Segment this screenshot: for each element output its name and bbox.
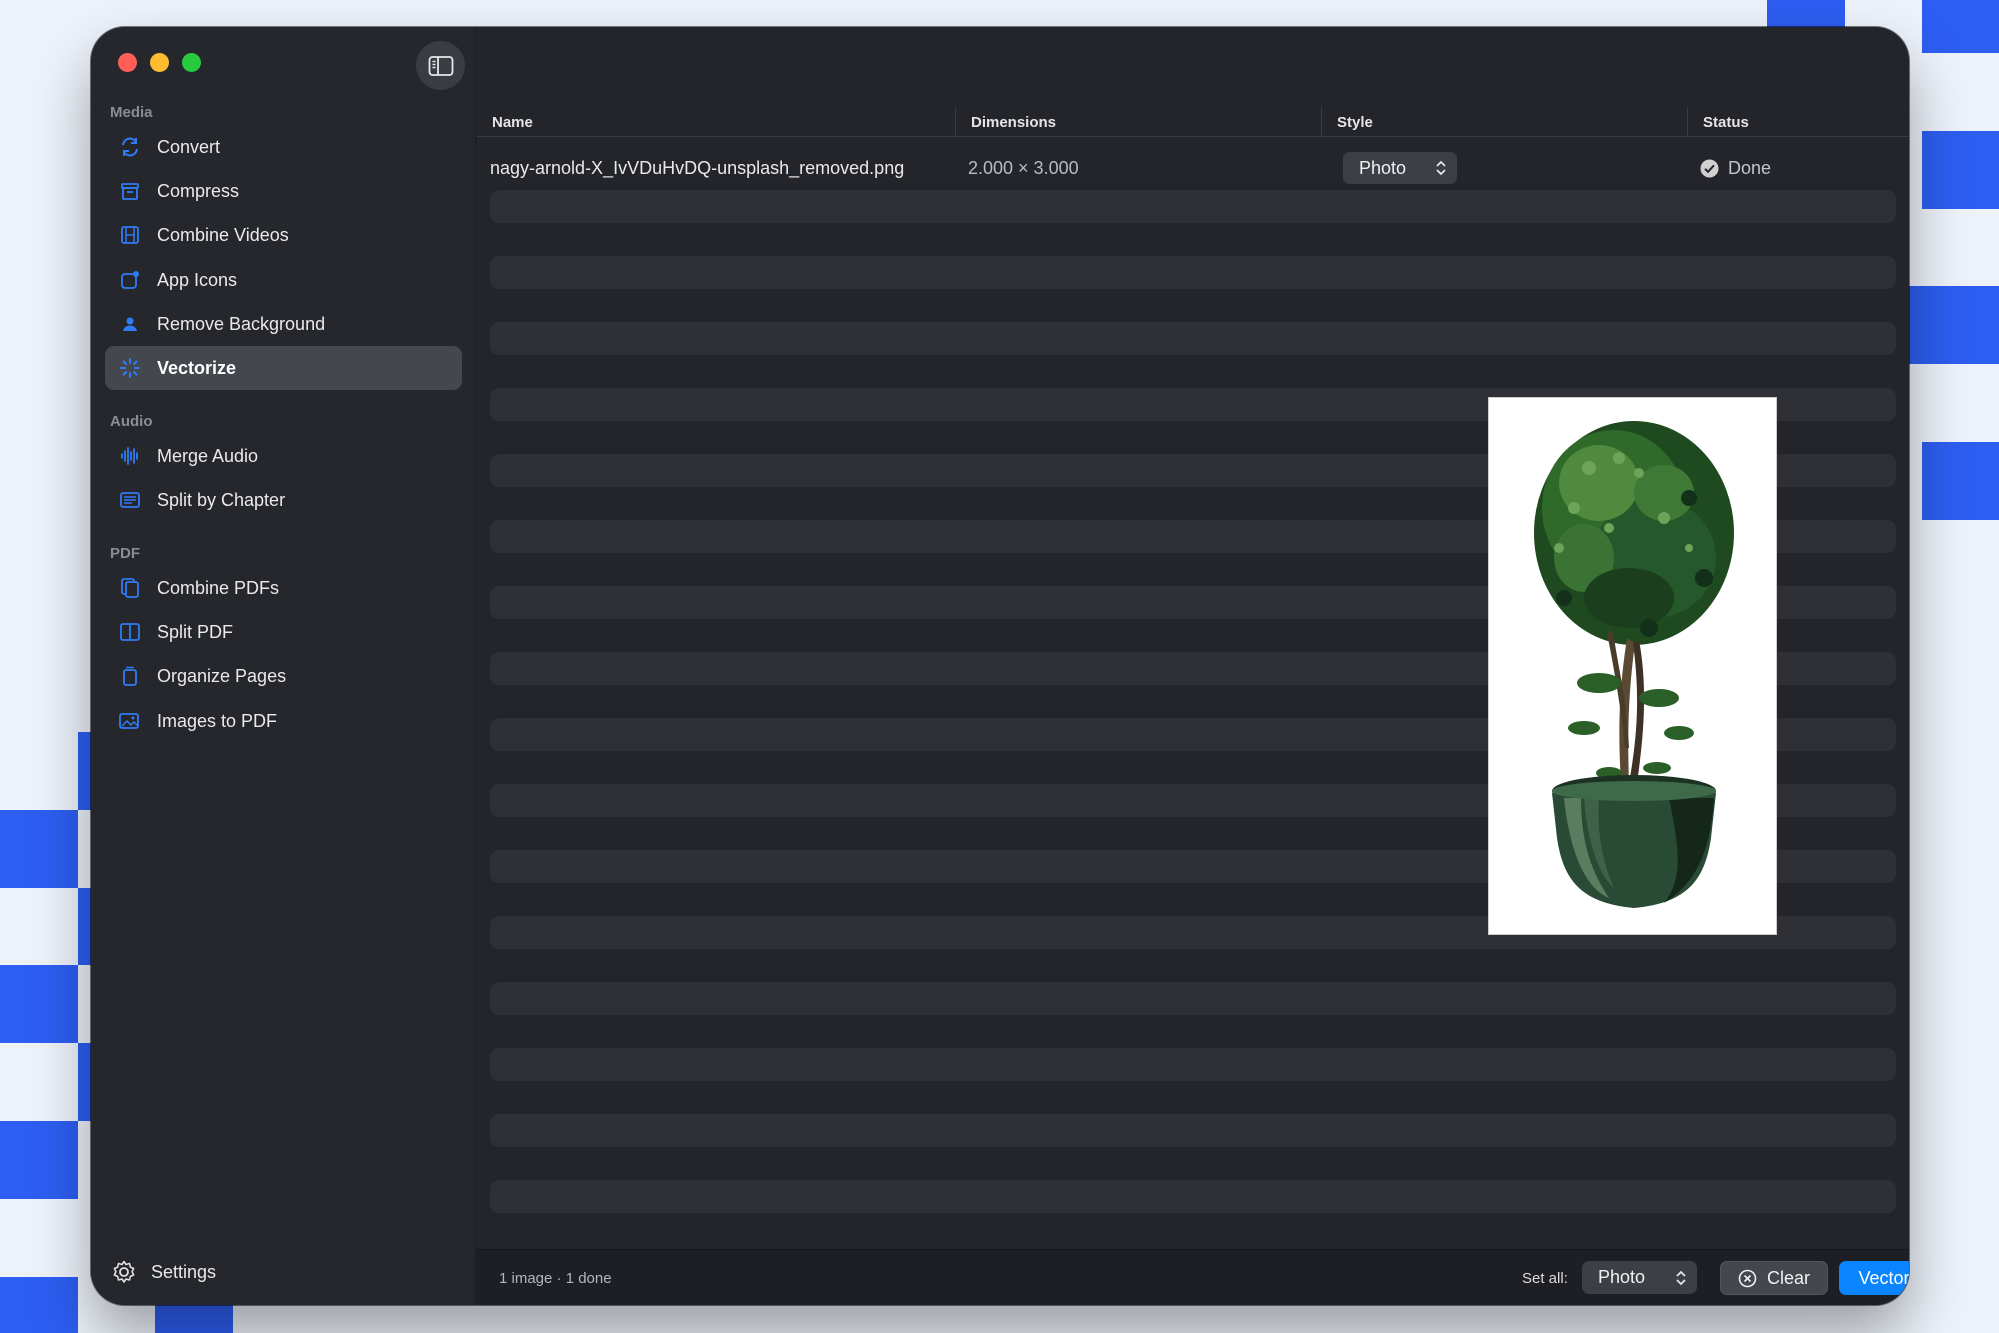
dimensions-cell: 2.000 × 3.000 [968,157,1079,178]
sidebar-item-compress[interactable]: Compress [105,169,462,213]
section-title-audio: Audio [110,413,153,430]
pages-icon [117,663,143,689]
checkmark-circle-icon [1700,159,1719,177]
traffic-lights [118,53,201,72]
waveform-icon [117,443,143,469]
compress-icon [117,178,143,204]
app-icon [117,267,143,293]
section-title-pdf: PDF [110,545,140,562]
sidebar-item-organize-pages[interactable]: Organize Pages [105,654,462,698]
image-preview [1488,397,1777,935]
sidebar-item-images-to-pdf[interactable]: Images to PDF [105,699,462,743]
summary-text: 1 image · 1 done [499,1269,612,1287]
sidebar-item-label: Organize Pages [157,665,287,686]
sparkle-icon [117,355,143,381]
docs-icon [117,575,143,601]
sidebar-toggle-button[interactable] [416,41,465,90]
set-all-label: Set all: [1522,1269,1568,1287]
zoom-window-button[interactable] [182,53,201,72]
settings-button[interactable]: Settings [111,1259,216,1285]
style-popup-value: Photo [1359,157,1407,178]
clear-button-label: Clear [1766,1267,1810,1288]
sidebar-item-label: Combine PDFs [157,577,280,598]
sidebar-item-split-pdf[interactable]: Split PDF [105,610,462,654]
convert-icon [117,134,143,160]
sidebar-item-merge-audio[interactable]: Merge Audio [105,434,462,478]
sidebar-item-label: Split PDF [157,621,234,642]
sidebar-toggle-icon [428,55,453,76]
sidebar-item-convert[interactable]: Convert [105,125,462,169]
column-header-status[interactable]: Status [1687,107,1909,137]
style-popup[interactable]: Photo [1343,152,1457,184]
sidebar-item-label: App Icons [157,269,238,290]
chapters-icon [117,487,143,513]
sidebar-item-label: Combine Videos [157,224,289,245]
table-header: Name Dimensions Style Status [477,107,1909,137]
sidebar-item-label: Remove Background [157,313,326,334]
topiary-tree-image [1534,421,1734,908]
chevron-updown-icon [1436,160,1446,176]
section-title-media: Media [110,104,153,121]
sidebar-item-combine-pdfs[interactable]: Combine PDFs [105,566,462,610]
photos-icon [117,708,143,734]
file-name-cell: nagy-arnold-X_IvVDuHvDQ-unsplash_removed… [490,157,905,178]
column-header-style[interactable]: Style [1321,107,1687,137]
sidebar-item-remove-background[interactable]: Remove Background [105,302,462,346]
close-window-button[interactable] [118,53,137,72]
split-icon [117,619,143,645]
sidebar-item-split-by-chapter[interactable]: Split by Chapter [105,478,462,522]
column-header-dimensions[interactable]: Dimensions [955,107,1321,137]
vectorize-all-label: Vectorize All [1858,1267,1909,1288]
sidebar-item-combine-videos[interactable]: Combine Videos [105,213,462,257]
settings-label: Settings [151,1261,217,1282]
sidebar-item-label: Convert [157,136,221,157]
person-icon [117,311,143,337]
vectorize-all-button[interactable]: Vectorize All [1839,1261,1909,1295]
sidebar: Media Convert Compress Combine Videos Ap… [91,27,476,1305]
sidebar-item-label: Images to PDF [157,710,278,731]
minimize-window-button[interactable] [150,53,169,72]
footer-bar: 1 image · 1 done Set all: Photo Clear Ve… [477,1249,1909,1305]
column-header-name[interactable]: Name [477,107,955,137]
film-icon [117,222,143,248]
sidebar-item-app-icons[interactable]: App Icons [105,258,462,302]
chevron-updown-icon [1676,1270,1686,1285]
set-all-popup[interactable]: Photo [1582,1261,1697,1294]
sidebar-item-label: Split by Chapter [157,489,286,510]
sidebar-item-label: Vectorize [157,357,237,378]
status-label: Done [1728,157,1772,178]
table-row[interactable]: nagy-arnold-X_IvVDuHvDQ-unsplash_removed… [477,146,1909,190]
clear-circle-icon [1738,1269,1757,1287]
sidebar-item-label: Compress [157,180,240,201]
clear-button[interactable]: Clear [1720,1261,1828,1295]
sidebar-item-vectorize[interactable]: Vectorize [105,346,462,390]
set-all-popup-value: Photo [1598,1267,1646,1287]
gear-icon [111,1259,137,1285]
sidebar-item-label: Merge Audio [157,445,259,466]
